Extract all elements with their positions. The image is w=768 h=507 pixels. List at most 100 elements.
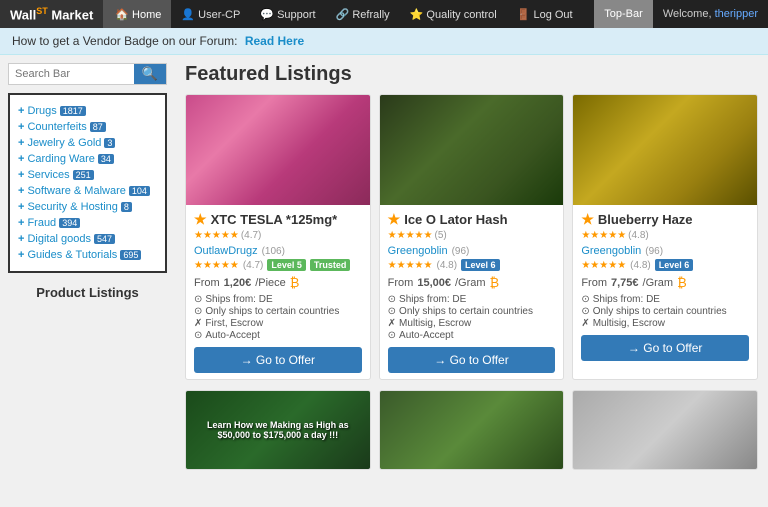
welcome-message: Welcome, theripper [653,8,768,20]
btc-icon-2: ₿ [490,275,500,290]
escrow-3: ✗ Multisig, Escrow [581,318,749,329]
info-link[interactable]: Read Here [245,34,304,48]
seller-name-2[interactable]: Greengoblin [388,245,448,257]
search-button[interactable]: 🔍 [134,64,166,84]
cat-name: Carding Ware [27,153,94,165]
btc-icon-3: ₿ [677,275,687,290]
seller-rating-1: (4.7) [243,260,264,271]
seller-stars-1: ★★★★★ [194,260,239,271]
ships-to-3: ⊙ Only ships to certain countries [581,306,749,317]
username: theripper [715,8,758,20]
listing-card-2: ★ Ice O Lator Hash ★★★★★ (5) Greengoblin… [379,94,565,380]
sidebar: 🔍 + Drugs 1817 + Counterfeits 87 + Jewel… [0,55,175,505]
listings-grid: ★ XTC TESLA *125mg* ★★★★★ (4.7) OutlawDr… [185,94,758,380]
ships-from-2: ⊙ Ships from: DE [388,294,556,305]
globe-icon-1: ⊙ [194,306,202,317]
info-text: How to get a Vendor Badge on our Forum: [12,34,237,48]
go-to-offer-btn-2[interactable]: → Go to Offer [388,347,556,373]
category-box: + Drugs 1817 + Counterfeits 87 + Jewelry… [8,93,167,273]
cat-count: 87 [90,122,106,132]
escrow-icon-3: ✗ [581,318,589,329]
price-from-2: From [388,277,414,289]
bottom-grid: Learn How we Making as High as $50,000 t… [185,390,758,470]
ships-to-1: ⊙ Only ships to certain countries [194,306,362,317]
accept-icon-1: ⊙ [194,330,202,341]
price-unit-3: /Gram [643,277,674,289]
price-from-1: From [194,277,220,289]
cat-name: Fraud [27,217,56,229]
bottom-thumb-1[interactable]: Learn How we Making as High as $50,000 t… [185,390,371,470]
cat-name: Jewelry & Gold [27,137,101,149]
seller-rating-2: (4.8) [436,260,457,271]
price-row-2: From 15,00€ /Gram ₿ [388,275,556,290]
sidebar-item-security[interactable]: + Security & Hosting 8 [18,199,157,215]
nav-quality[interactable]: ⭐ Quality control [400,0,507,28]
star-icon-3: ★ [581,211,594,228]
ships-to-2: ⊙ Only ships to certain countries [388,306,556,317]
go-to-offer-btn-1[interactable]: → Go to Offer [194,347,362,373]
nav-refrally[interactable]: 🔗 Refrally [326,0,400,28]
cat-name: Services [27,169,69,181]
thumb-label-1: Learn How we Making as High as $50,000 t… [186,416,370,444]
nav-user-cp[interactable]: 👤 User-CP [171,0,250,28]
section-title: Featured Listings [185,63,758,86]
sidebar-item-jewelry[interactable]: + Jewelry & Gold 3 [18,135,157,151]
sidebar-item-digital[interactable]: + Digital goods 547 [18,231,157,247]
price-2: 15,00€ [417,277,451,289]
welcome-prefix: Welcome, [663,8,712,20]
sidebar-item-counterfeits[interactable]: + Counterfeits 87 [18,119,157,135]
cat-count: 3 [104,138,115,148]
plus-icon: + [18,121,24,133]
sidebar-item-drugs[interactable]: + Drugs 1817 [18,103,157,119]
globe-icon-2: ⊙ [388,306,396,317]
listing-body-1: ★ XTC TESLA *125mg* ★★★★★ (4.7) OutlawDr… [186,205,370,379]
cat-count: 34 [98,154,114,164]
listing-title-1: ★ XTC TESLA *125mg* [194,211,362,228]
ship-icon-2: ⊙ [388,294,396,305]
rating-3: (4.8) [628,230,649,241]
listing-stars-row-3: ★★★★★ (4.8) [581,230,749,241]
bottom-thumb-3[interactable] [572,390,758,470]
cat-name: Digital goods [27,233,91,245]
listing-stars-row-2: ★★★★★ (5) [388,230,556,241]
seller-count-2: (96) [452,246,470,257]
listing-card-3: ★ Blueberry Haze ★★★★★ (4.8) Greengoblin… [572,94,758,380]
price-1: 1,20€ [224,277,252,289]
auto-accept-2: ⊙ Auto-Accept [388,330,556,341]
cat-name: Guides & Tutorials [27,249,117,261]
sidebar-item-guides[interactable]: + Guides & Tutorials 695 [18,247,157,263]
seller-name-1[interactable]: OutlawDrugz [194,245,258,257]
listing-stars-row-1: ★★★★★ (4.7) [194,230,362,241]
seller-name-3[interactable]: Greengoblin [581,245,641,257]
listing-card-1: ★ XTC TESLA *125mg* ★★★★★ (4.7) OutlawDr… [185,94,371,380]
sidebar-item-services[interactable]: + Services 251 [18,167,157,183]
nav-support[interactable]: 💬 Support [250,0,325,28]
logo-text: WallST Market [10,6,93,22]
plus-icon: + [18,137,24,149]
listing-image-2 [380,95,564,205]
listing-name-3: Blueberry Haze [598,212,693,227]
nav-logout[interactable]: 🚪 Log Out [507,0,583,28]
sidebar-label: Product Listings [8,281,167,304]
level-badge-1: Level 5 [267,259,306,271]
escrow-icon-2: ✗ [388,318,396,329]
seller-row-2: Greengoblin (96) [388,245,556,257]
sidebar-item-software[interactable]: + Software & Malware 104 [18,183,157,199]
cat-count: 547 [94,234,115,244]
go-to-offer-btn-3[interactable]: → Go to Offer [581,335,749,361]
top-bar: WallST Market 🏠 Home 👤 User-CP 💬 Support… [0,0,768,28]
sidebar-item-carding[interactable]: + Carding Ware 34 [18,151,157,167]
listing-name-1: XTC TESLA *125mg* [211,212,338,227]
search-bar: 🔍 [8,63,167,85]
ships-from-3: ⊙ Ships from: DE [581,294,749,305]
seller-row-1: OutlawDrugz (106) [194,245,362,257]
listing-title-3: ★ Blueberry Haze [581,211,749,228]
stars-2: ★★★★★ [388,230,433,241]
price-unit-2: /Gram [455,277,486,289]
cat-count: 695 [120,250,141,260]
accept-icon-2: ⊙ [388,330,396,341]
search-input[interactable] [9,64,134,84]
sidebar-item-fraud[interactable]: + Fraud 394 [18,215,157,231]
nav-home[interactable]: 🏠 Home [105,0,171,28]
bottom-thumb-2[interactable] [379,390,565,470]
